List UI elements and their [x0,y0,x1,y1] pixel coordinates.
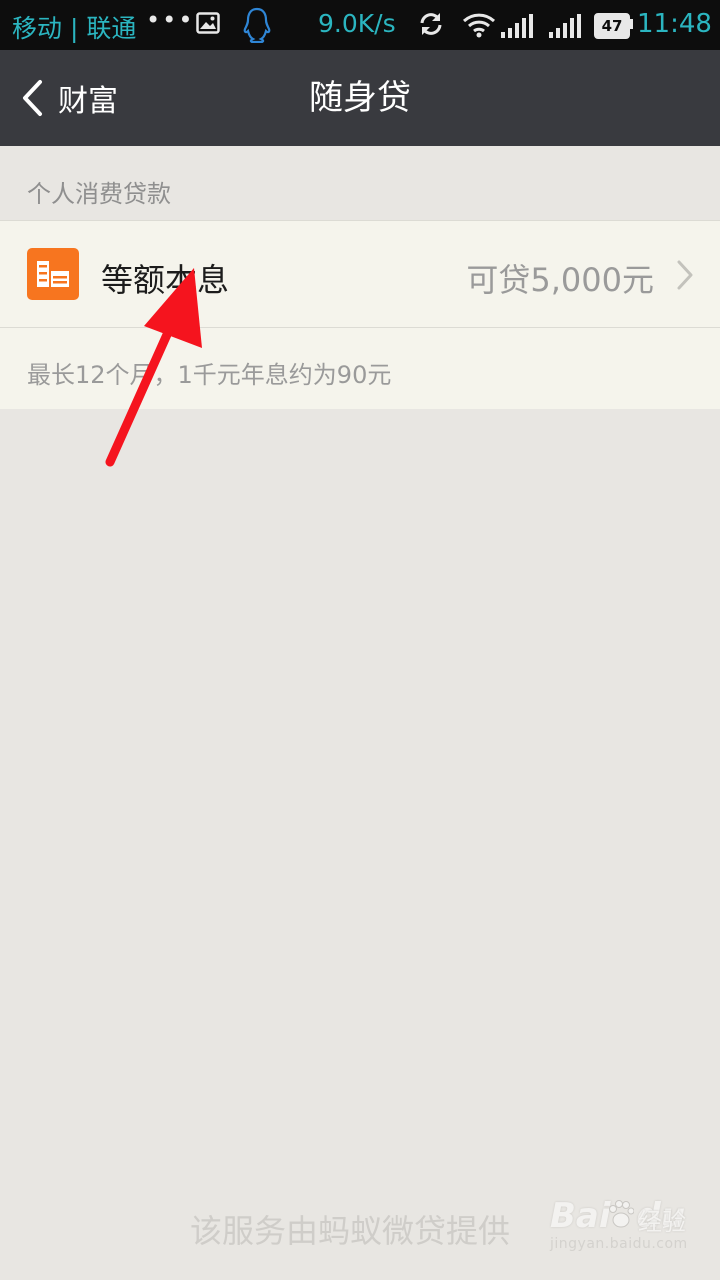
signal-icon [501,14,533,38]
loan-option-row[interactable]: 等额本息 可贷5,000元 [0,221,720,328]
watermark-url: jingyan.baidu.com [550,1236,688,1252]
gallery-icon [196,12,220,34]
chevron-right-icon [677,260,693,290]
wifi-icon [462,13,496,38]
clock: 11:48 [637,9,712,39]
baidu-watermark: Bai du 经验 jingyan.baidu.com [550,1196,700,1266]
loan-card: 等额本息 可贷5,000元 最长12个月，1千元年息约为90元 [0,220,720,409]
back-button[interactable]: 财富 [20,50,118,146]
sync-icon [420,13,442,35]
battery-icon: 47 [594,13,630,39]
loan-icon [27,248,79,300]
nav-bar: 随身贷 财富 [0,50,720,146]
loan-amount: 可贷5,000元 [466,261,654,299]
signal-icon [549,14,581,38]
loan-option-title: 等额本息 [101,261,230,299]
battery-nub [630,19,633,29]
watermark-label: 经验 [638,1208,686,1236]
more-notifications-icon: ••• [146,6,195,34]
provider-footer: 该服务由蚂蚁微贷提供 [190,1212,511,1250]
paw-icon [609,1200,634,1228]
network-speed: 9.0K/s [318,9,396,38]
status-bar: 移动 | 联通 ••• 9.0K/s 47 11:48 [0,0,720,50]
qq-icon [243,7,271,43]
back-label: 财富 [58,84,118,119]
carrier-label: 移动 | 联通 [12,14,137,43]
loan-description: 最长12个月，1千元年息约为90元 [27,361,392,389]
section-header: 个人消费贷款 [27,180,171,208]
chevron-left-icon [23,80,42,116]
